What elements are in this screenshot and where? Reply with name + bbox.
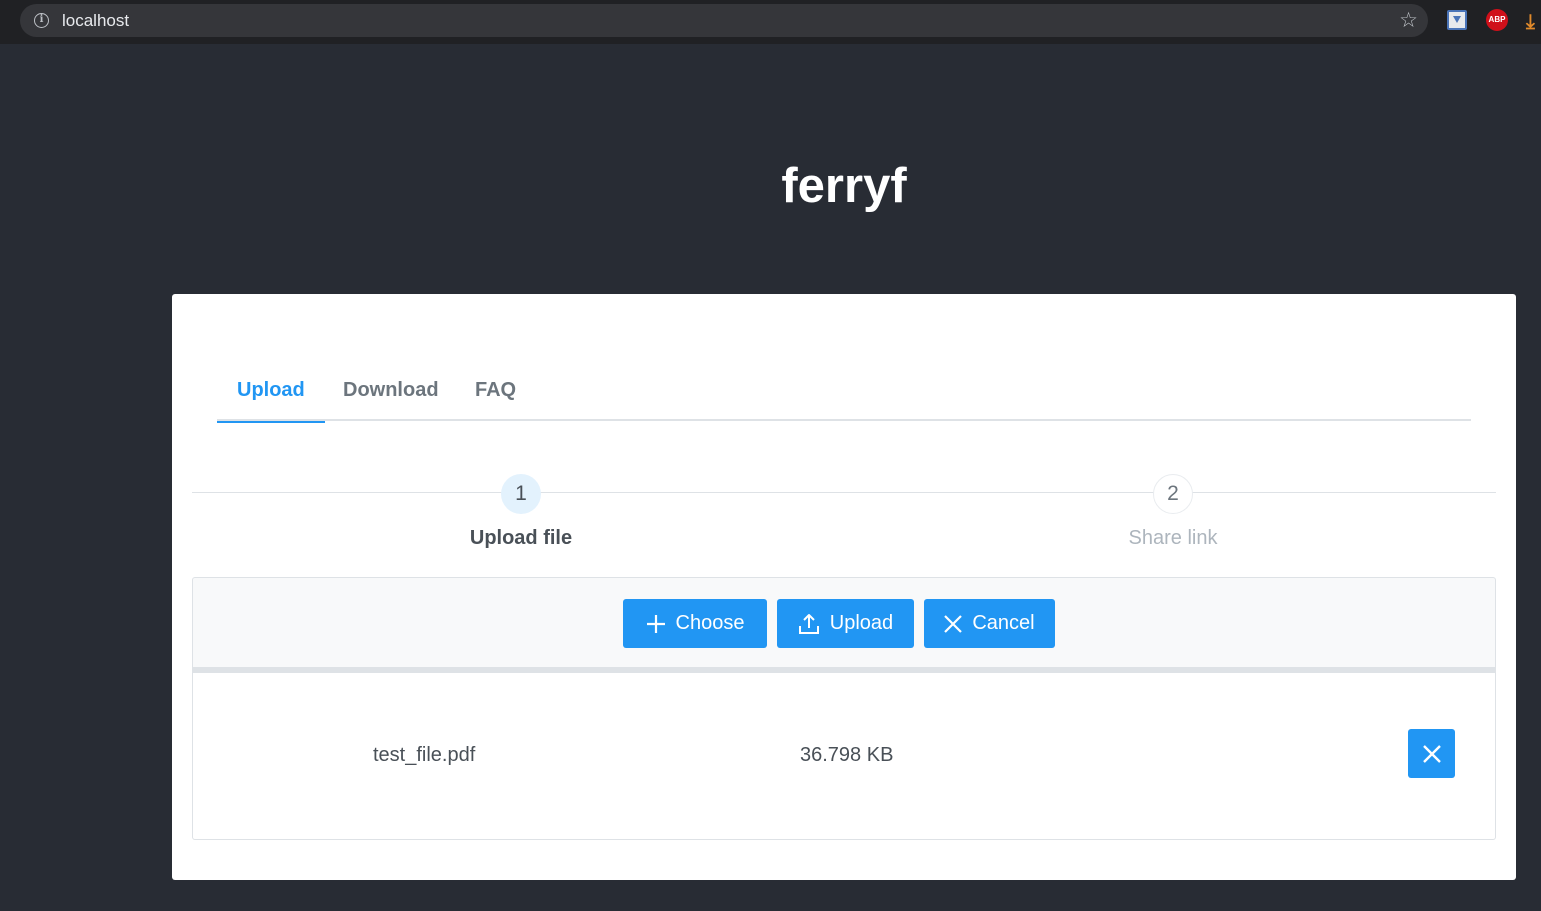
tab-faq[interactable]: FAQ: [455, 360, 536, 421]
tab-upload[interactable]: Upload: [217, 360, 325, 423]
upload-button-label: Upload: [829, 612, 894, 634]
cancel-button-label: Cancel: [972, 612, 1035, 634]
upload-icon: [798, 613, 819, 634]
download-extension-icon[interactable]: [1447, 10, 1467, 30]
file-size: 36.798 KB: [800, 744, 894, 766]
bookmark-star-icon[interactable]: ☆: [1399, 8, 1418, 32]
choose-button[interactable]: Choose: [623, 599, 767, 648]
step-2-label: Share link: [1128, 527, 1218, 549]
cancel-button[interactable]: Cancel: [924, 599, 1055, 648]
url-text[interactable]: localhost: [62, 11, 129, 31]
main-card: Upload Download FAQ 1 2 Upload file Shar…: [172, 294, 1516, 880]
plus-icon: [646, 614, 665, 633]
tab-bar: Upload Download FAQ: [217, 360, 1471, 423]
app-title: ferryf: [781, 159, 907, 213]
close-icon: [944, 614, 963, 633]
step-1-label: Upload file: [469, 527, 573, 549]
steps-connector: [192, 492, 1496, 493]
browser-toolbar: i localhost ☆ ABP ⤓: [0, 0, 1541, 44]
upload-button[interactable]: Upload: [777, 599, 914, 648]
downloads-icon[interactable]: ⤓: [1526, 9, 1535, 33]
remove-file-button[interactable]: [1408, 729, 1455, 778]
step-2-number[interactable]: 2: [1153, 474, 1193, 514]
step-1-number[interactable]: 1: [501, 474, 541, 514]
site-info-icon[interactable]: i: [34, 13, 49, 28]
choose-button-label: Choose: [675, 612, 745, 634]
address-bar[interactable]: i localhost ☆: [20, 4, 1428, 37]
file-name: test_file.pdf: [373, 744, 476, 766]
close-icon: [1422, 744, 1441, 763]
adblock-extension-icon[interactable]: ABP: [1486, 9, 1508, 31]
tab-download[interactable]: Download: [323, 360, 459, 421]
